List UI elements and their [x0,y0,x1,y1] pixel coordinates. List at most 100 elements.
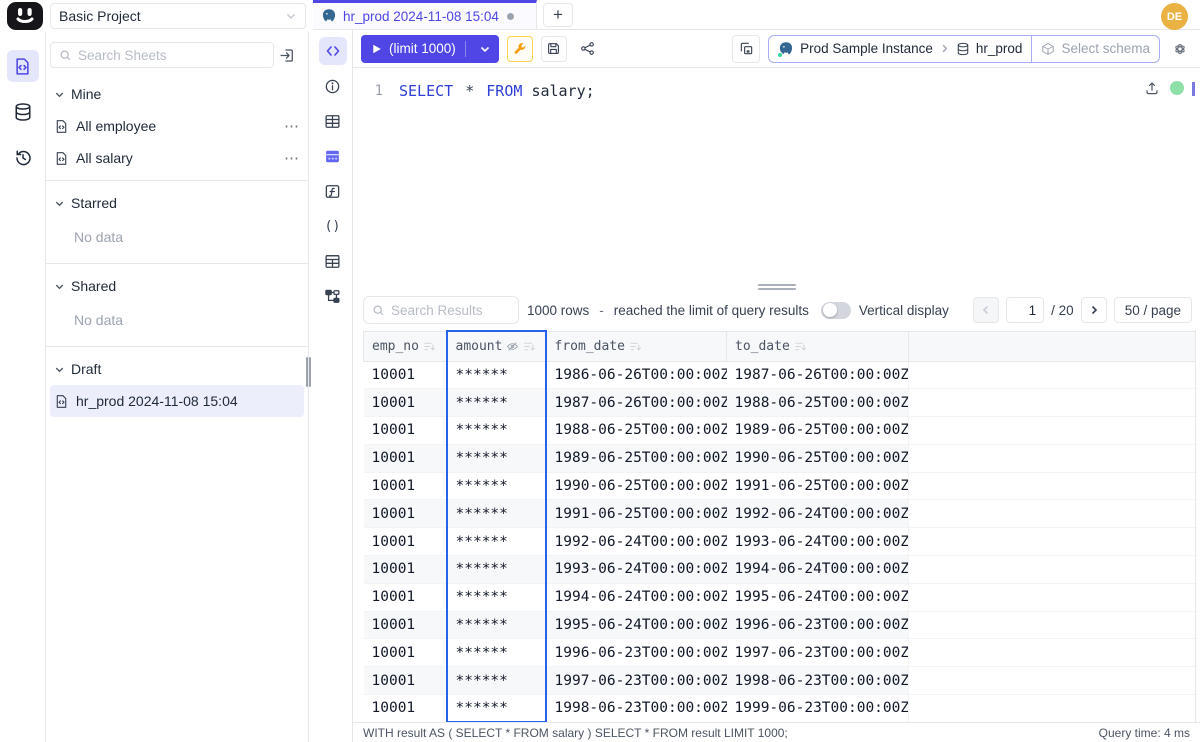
sheet-item-all-employee[interactable]: All employee ⋯ [46,110,308,142]
sort-icon[interactable] [423,340,436,353]
cell-emp_no[interactable]: 10001 [364,444,447,472]
cell-to_date[interactable]: 1994-06-24T00:00:00Z [727,556,909,584]
user-avatar[interactable]: DE [1161,3,1188,30]
panel-braces-button[interactable]: () [319,212,347,240]
run-options-dropdown[interactable] [473,35,497,63]
vertical-display-toggle[interactable] [821,302,851,319]
save-sheet-button[interactable] [541,36,567,62]
cell-emp_no[interactable]: 10001 [364,583,447,611]
cell-amount[interactable]: ****** [447,472,546,500]
panel-function-button[interactable] [319,177,347,205]
cell-from_date[interactable]: 1990-06-25T00:00:00Z [546,472,727,500]
cell-amount[interactable]: ****** [447,667,546,695]
sort-icon[interactable] [794,340,807,353]
sort-icon[interactable] [523,340,536,353]
cell-to_date[interactable]: 1989-06-25T00:00:00Z [727,417,909,445]
sidebar-resize-handle[interactable] [306,357,311,387]
column-header-amount[interactable]: amount [447,331,546,361]
cell-from_date[interactable]: 1992-06-24T00:00:00Z [546,528,727,556]
cell-amount[interactable]: ****** [447,695,546,722]
section-shared[interactable]: Shared [46,270,308,302]
search-sheets-box[interactable] [50,42,274,68]
cell-amount[interactable]: ****** [447,611,546,639]
cell-amount[interactable]: ****** [447,444,546,472]
sort-icon[interactable] [629,340,642,353]
cell-amount[interactable]: ****** [447,389,546,417]
cell-from_date[interactable]: 1988-06-25T00:00:00Z [546,417,727,445]
cell-emp_no[interactable]: 10001 [364,611,447,639]
cell-amount[interactable]: ****** [447,639,546,667]
cell-from_date[interactable]: 1997-06-23T00:00:00Z [546,667,727,695]
panel-table-colored-button[interactable] [319,142,347,170]
cell-to_date[interactable]: 1995-06-24T00:00:00Z [727,583,909,611]
panel-info-button[interactable] [319,72,347,100]
run-query-button[interactable]: (limit 1000) [361,35,499,63]
cell-to_date[interactable]: 1997-06-23T00:00:00Z [727,639,909,667]
sql-editor[interactable]: 1 SELECT * FROM salary; [353,68,1200,283]
rail-history-button[interactable] [7,142,39,174]
section-starred[interactable]: Starred [46,187,308,219]
cell-from_date[interactable]: 1991-06-25T00:00:00Z [546,500,727,528]
format-sql-button[interactable] [507,36,533,62]
cell-to_date[interactable]: 1996-06-23T00:00:00Z [727,611,909,639]
cell-amount[interactable]: ****** [447,528,546,556]
cell-amount[interactable]: ****** [447,583,546,611]
cell-emp_no[interactable]: 10001 [364,389,447,417]
batch-query-button[interactable] [732,35,760,63]
cell-to_date[interactable]: 1998-06-23T00:00:00Z [727,667,909,695]
cell-from_date[interactable]: 1993-06-24T00:00:00Z [546,556,727,584]
project-select[interactable]: Basic Project [50,3,306,29]
panel-splitter[interactable] [353,283,1200,290]
new-tab-button[interactable]: + [543,3,573,27]
import-sheet-icon[interactable] [276,44,298,66]
more-actions-icon[interactable]: ⋯ [284,149,300,167]
cell-emp_no[interactable]: 10001 [364,472,447,500]
panel-schema-diagram-button[interactable] [319,282,347,310]
page-number-input[interactable] [1006,297,1044,323]
cell-from_date[interactable]: 1998-06-23T00:00:00Z [546,695,727,722]
column-header-emp-no[interactable]: emp_no [364,331,447,361]
cell-from_date[interactable]: 1995-06-24T00:00:00Z [546,611,727,639]
section-draft[interactable]: Draft [46,353,308,385]
rail-database-button[interactable] [7,96,39,128]
page-size-select[interactable]: 50 / page [1114,297,1192,323]
cell-to_date[interactable]: 1999-06-23T00:00:00Z [727,695,909,722]
cell-to_date[interactable]: 1990-06-25T00:00:00Z [727,444,909,472]
next-page-button[interactable] [1081,297,1107,323]
cell-emp_no[interactable]: 10001 [364,556,447,584]
tab-worksheet[interactable]: hr_prod 2024-11-08 15:04 [313,0,537,29]
cell-from_date[interactable]: 1994-06-24T00:00:00Z [546,583,727,611]
share-sheet-button[interactable] [575,36,601,62]
prev-page-button[interactable] [973,297,999,323]
cell-emp_no[interactable]: 10001 [364,361,447,389]
cell-amount[interactable]: ****** [447,417,546,445]
cell-amount[interactable]: ****** [447,500,546,528]
upload-icon[interactable] [1144,80,1160,96]
cell-emp_no[interactable]: 10001 [364,500,447,528]
cell-emp_no[interactable]: 10001 [364,528,447,556]
cell-to_date[interactable]: 1992-06-24T00:00:00Z [727,500,909,528]
cell-amount[interactable]: ****** [447,361,546,389]
ai-assistant-icon[interactable] [1168,37,1192,61]
cell-emp_no[interactable]: 10001 [364,667,447,695]
rail-worksheet-button[interactable] [7,50,39,82]
panel-grid-button[interactable] [319,247,347,275]
cell-to_date[interactable]: 1993-06-24T00:00:00Z [727,528,909,556]
cell-to_date[interactable]: 1988-06-25T00:00:00Z [727,389,909,417]
cell-amount[interactable]: ****** [447,556,546,584]
cell-from_date[interactable]: 1996-06-23T00:00:00Z [546,639,727,667]
sheet-item-draft-active[interactable]: hr_prod 2024-11-08 15:04 [50,385,304,417]
column-header-from-date[interactable]: from_date [546,331,727,361]
schema-select[interactable]: Select schema [1031,36,1159,62]
cell-to_date[interactable]: 1991-06-25T00:00:00Z [727,472,909,500]
search-sheets-input[interactable] [78,48,265,63]
cell-emp_no[interactable]: 10001 [364,639,447,667]
cell-emp_no[interactable]: 10001 [364,695,447,722]
cell-emp_no[interactable]: 10001 [364,417,447,445]
panel-code-button[interactable] [319,37,347,65]
cell-to_date[interactable]: 1987-06-26T00:00:00Z [727,361,909,389]
panel-table-button[interactable] [319,107,347,135]
cell-from_date[interactable]: 1986-06-26T00:00:00Z [546,361,727,389]
cell-from_date[interactable]: 1989-06-25T00:00:00Z [546,444,727,472]
more-actions-icon[interactable]: ⋯ [284,117,300,135]
